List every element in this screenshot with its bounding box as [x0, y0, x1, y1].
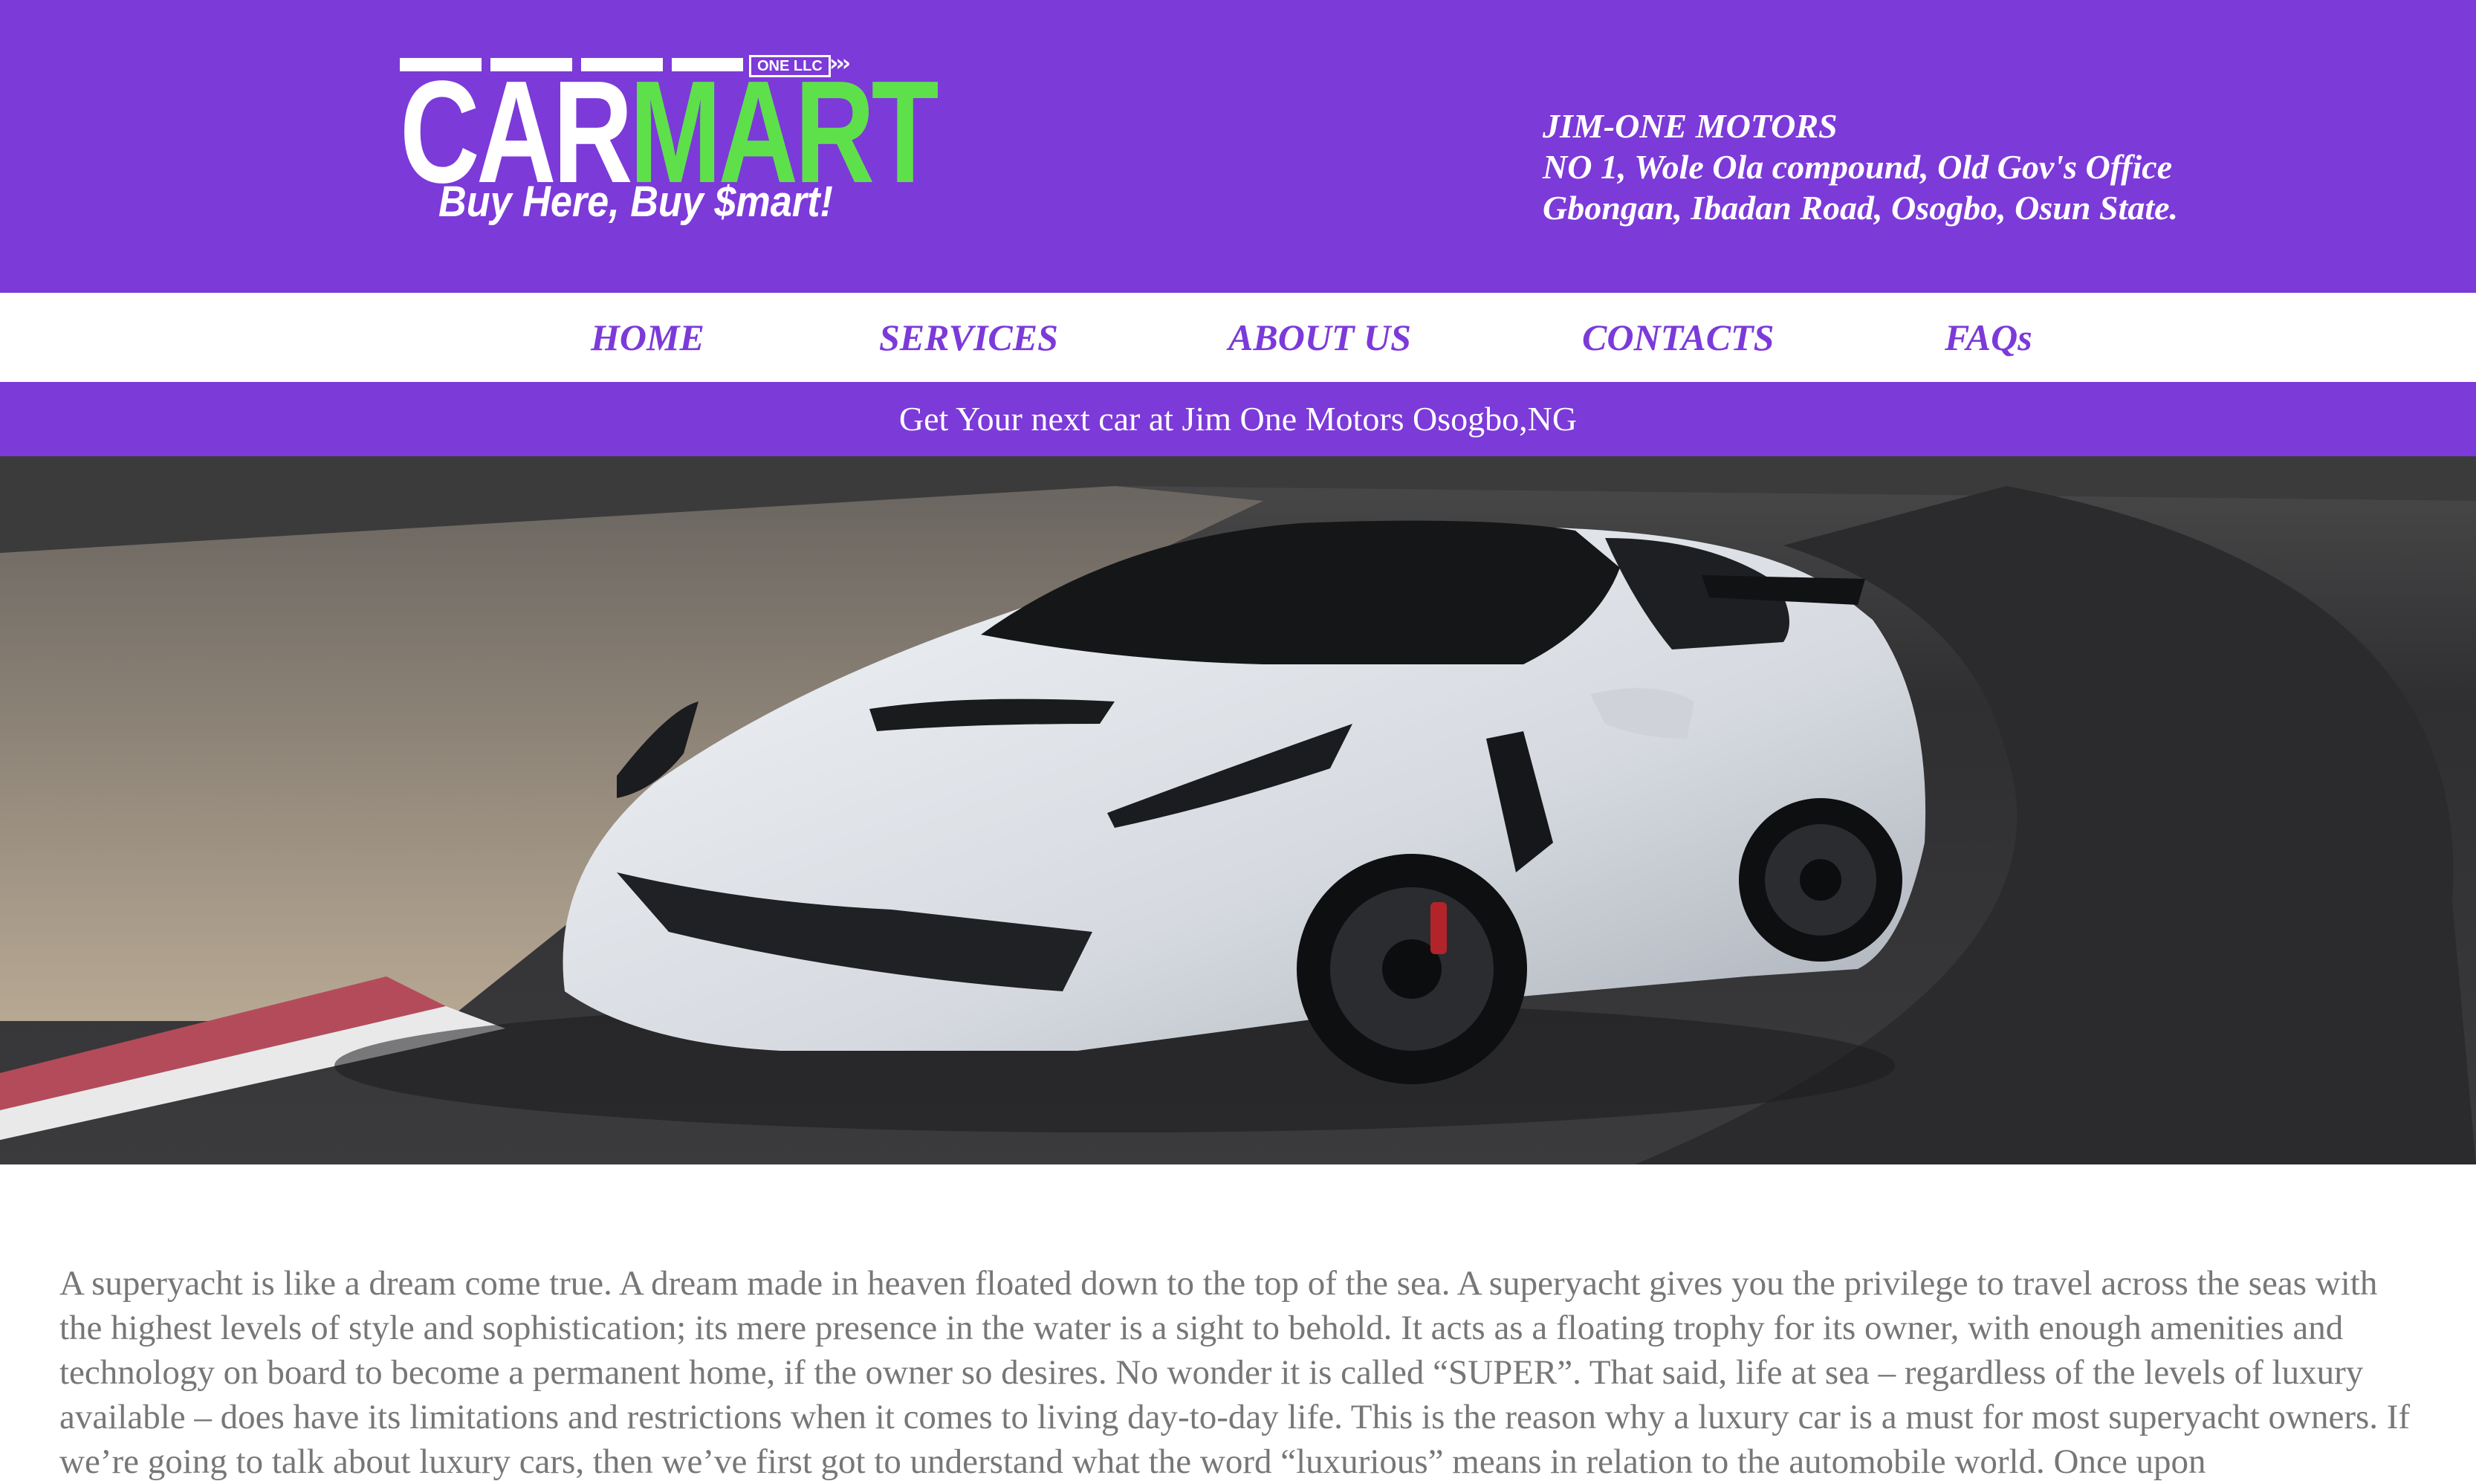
- nav-about-us[interactable]: ABOUT US: [1228, 315, 1411, 360]
- company-address: JIM-ONE MOTORS NO 1, Wole Ola compound, …: [1543, 106, 2178, 228]
- site-header: ONE LLC ››› CARMART Buy Here, Buy $mart!…: [0, 0, 2476, 293]
- main-nav: HOME SERVICES ABOUT US CONTACTS FAQs: [0, 293, 2476, 382]
- company-name: JIM-ONE MOTORS: [1543, 107, 1838, 145]
- nav-contacts[interactable]: CONTACTS: [1582, 315, 1774, 360]
- nav-faqs[interactable]: FAQs: [1945, 315, 2032, 360]
- sports-car-illustration: [0, 456, 2476, 1164]
- address-line: Gbongan, Ibadan Road, Osogbo, Osun State…: [1543, 189, 2179, 227]
- nav-services[interactable]: SERVICES: [879, 315, 1058, 360]
- promo-banner: Get Your next car at Jim One Motors Osog…: [0, 382, 2476, 456]
- logo-tagline: Buy Here, Buy $mart!: [438, 178, 833, 226]
- hero-car-image: [0, 456, 2476, 1164]
- article-text: A superyacht is like a dream come true. …: [59, 1264, 2411, 1481]
- carmart-logo[interactable]: ONE LLC ››› CARMART Buy Here, Buy $mart!: [400, 51, 939, 241]
- nav-home[interactable]: HOME: [591, 315, 704, 360]
- address-line: NO 1, Wole Ola compound, Old Gov's Offic…: [1543, 148, 2173, 186]
